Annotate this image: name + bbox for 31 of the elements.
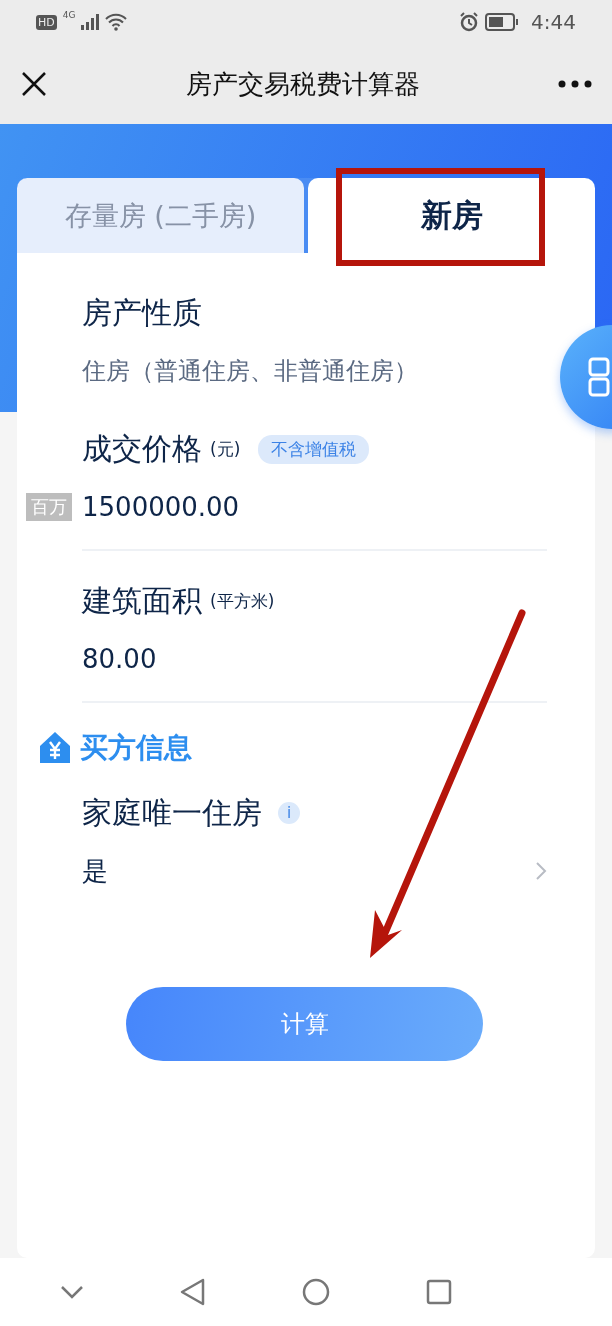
tax-badge: 不含增值税 [258, 434, 370, 464]
field-label: 成交价格 [82, 429, 202, 468]
signal-icon [81, 14, 100, 30]
house-yen-icon [38, 731, 72, 765]
network-label: 4G [62, 10, 76, 20]
select-field[interactable]: 是 [82, 843, 108, 899]
grid-icon [588, 357, 610, 397]
chevron-right-icon [535, 861, 547, 881]
input-field[interactable]: 80.00 [82, 631, 157, 687]
home-icon[interactable] [302, 1278, 330, 1306]
chevron-down-icon[interactable] [60, 1285, 84, 1299]
select-field[interactable]: 住房（普通住房、非普通住房） [82, 343, 418, 399]
alarm-icon [459, 12, 480, 32]
field-label: 家庭唯一住房 [82, 793, 262, 832]
wifi-icon [105, 13, 128, 31]
field-label: 建筑面积 [82, 581, 202, 620]
hd-indicator: HD [36, 14, 57, 30]
close-icon[interactable] [20, 70, 48, 98]
recents-icon[interactable] [426, 1279, 452, 1305]
unit-label: (元) [210, 437, 241, 461]
page-title: 房产交易税费计算器 [186, 67, 420, 101]
unit-label: (平方米) [210, 589, 275, 613]
more-icon[interactable] [558, 80, 592, 88]
section-title: 买方信息 [80, 730, 192, 766]
tab[interactable]: 新房 [308, 178, 595, 253]
back-icon[interactable] [180, 1278, 206, 1306]
field-label: 房产性质 [82, 293, 202, 332]
clock-time: 4:44 [531, 10, 576, 34]
input-field[interactable]: 1500000.00 [82, 479, 240, 535]
battery-icon [485, 13, 520, 31]
magnitude-hint: 百万 [26, 493, 72, 521]
